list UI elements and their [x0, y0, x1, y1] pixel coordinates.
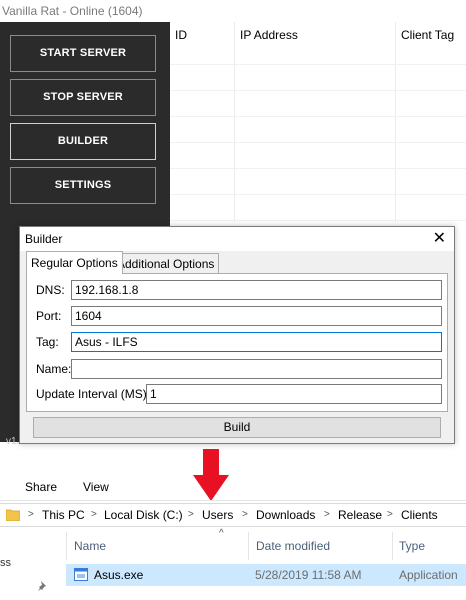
- row-divider: [170, 90, 466, 91]
- column-id[interactable]: ID: [170, 22, 187, 64]
- tag-field[interactable]: Asus - ILFS: [71, 332, 442, 352]
- regular-options-panel: DNS: 192.168.1.8 Port: 1604 Tag: Asus - …: [26, 273, 448, 412]
- tab-additional-options[interactable]: Additional Options: [112, 253, 220, 273]
- chevron-right-icon: >: [387, 509, 393, 520]
- chevron-right-icon: >: [28, 509, 34, 520]
- name-field[interactable]: [71, 359, 442, 379]
- file-date-modified: 5/28/2019 11:58 AM: [255, 568, 362, 582]
- file-type: Application: [399, 568, 458, 582]
- row-divider: [170, 194, 466, 195]
- dns-field[interactable]: 192.168.1.8: [71, 280, 442, 300]
- stop-server-button[interactable]: STOP SERVER: [10, 79, 156, 116]
- breadcrumb-this-pc[interactable]: This PC: [42, 504, 85, 526]
- breadcrumb-downloads[interactable]: Downloads: [256, 504, 315, 526]
- tag-label: Tag:: [36, 335, 59, 349]
- ribbon-share-tab[interactable]: Share: [25, 480, 57, 494]
- breadcrumb-users[interactable]: Users: [202, 504, 233, 526]
- column-divider: [392, 532, 393, 560]
- tab-regular-options[interactable]: Regular Options: [26, 251, 123, 274]
- settings-button[interactable]: SETTINGS: [10, 167, 156, 204]
- column-client-tag[interactable]: Client Tag: [396, 22, 454, 64]
- window-title: Vanilla Rat - Online (1604): [0, 0, 466, 22]
- builder-dialog: Builder ✕ Regular Options Additional Opt…: [19, 226, 455, 444]
- column-date-modified[interactable]: Date modified: [256, 539, 330, 553]
- builder-dialog-title: Builder: [20, 227, 454, 251]
- close-icon[interactable]: ✕: [433, 229, 446, 249]
- chevron-right-icon: >: [91, 509, 97, 520]
- arrow-shape: [193, 449, 229, 501]
- file-name: Asus.exe: [94, 568, 144, 582]
- row-divider: [170, 116, 466, 117]
- update-interval-field[interactable]: 1: [146, 384, 442, 404]
- port-field[interactable]: 1604: [71, 306, 442, 326]
- folder-icon: [6, 509, 20, 521]
- port-label: Port:: [36, 309, 62, 323]
- name-label: Name:: [36, 362, 72, 376]
- pin-icon[interactable]: [37, 580, 49, 592]
- nav-pane-item[interactable]: ss: [0, 557, 11, 569]
- ribbon-divider: [0, 500, 466, 501]
- row-divider: [170, 168, 466, 169]
- chevron-right-icon: >: [188, 509, 194, 520]
- version-label: v1.: [6, 436, 20, 447]
- build-button[interactable]: Build: [33, 417, 441, 438]
- chevron-right-icon: >: [324, 509, 330, 520]
- column-divider: [234, 22, 235, 222]
- breadcrumb-release[interactable]: Release: [338, 504, 382, 526]
- sort-ascending-icon: ^: [219, 528, 224, 539]
- start-server-button[interactable]: START SERVER: [10, 35, 156, 72]
- column-divider: [395, 22, 396, 222]
- column-divider: [248, 532, 249, 560]
- row-divider: [170, 64, 466, 65]
- dns-label: DNS:: [36, 283, 65, 297]
- red-arrow-icon: [193, 449, 229, 501]
- column-name[interactable]: Name: [74, 539, 106, 553]
- chevron-right-icon: >: [242, 509, 248, 520]
- builder-button[interactable]: BUILDER: [10, 123, 156, 160]
- application-icon: [74, 568, 88, 581]
- breadcrumb-clients[interactable]: Clients: [401, 504, 438, 526]
- column-type[interactable]: Type: [399, 539, 425, 553]
- column-divider: [66, 532, 67, 560]
- column-ip-address[interactable]: IP Address: [235, 22, 298, 64]
- file-row[interactable]: Asus.exe 5/28/2019 11:58 AM Application: [66, 564, 466, 586]
- row-divider: [170, 220, 466, 221]
- ribbon-view-tab[interactable]: View: [83, 480, 109, 494]
- row-divider: [170, 142, 466, 143]
- address-bar[interactable]: > This PC > Local Disk (C:) > Users > Do…: [0, 503, 466, 527]
- update-interval-label: Update Interval (MS):: [36, 387, 151, 401]
- breadcrumb-local-disk[interactable]: Local Disk (C:): [104, 504, 183, 526]
